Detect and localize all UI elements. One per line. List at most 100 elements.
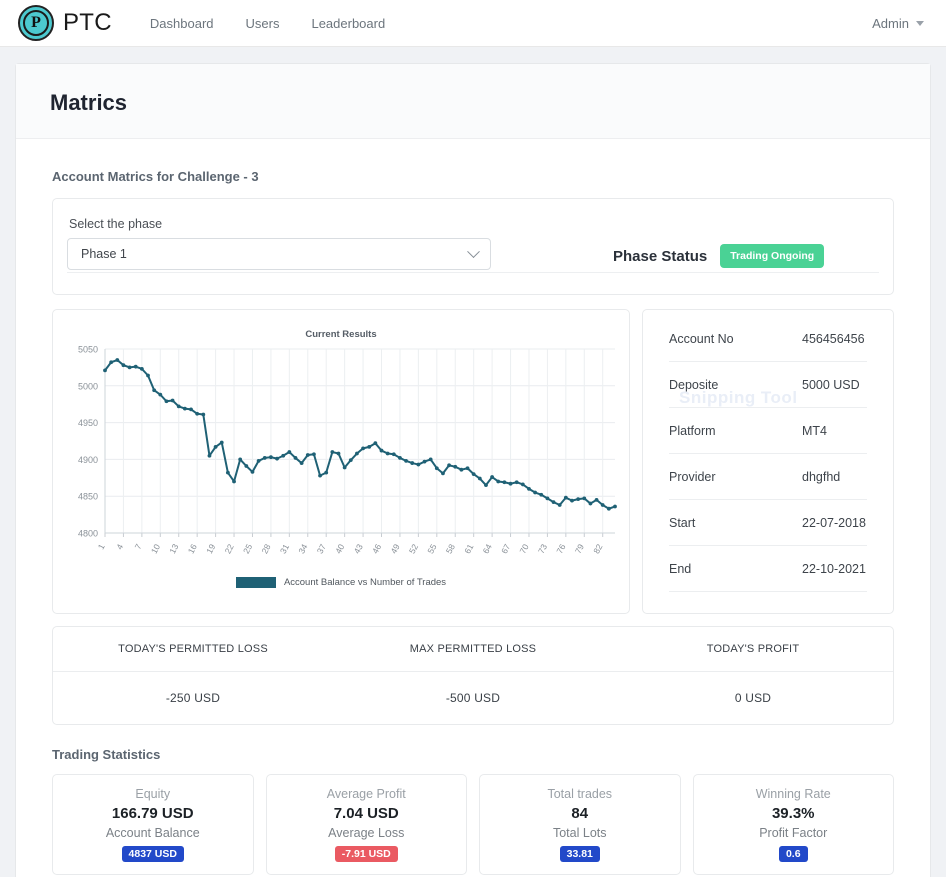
chart-legend: Account Balance vs Number of Trades	[59, 577, 623, 588]
account-matrics-label: Account Matrics for Challenge - 3	[52, 169, 259, 184]
stat-card-equity: Equity 166.79 USD Account Balance 4837 U…	[52, 774, 254, 875]
detail-key: Deposite	[669, 377, 719, 392]
phase-select-value: Phase 1	[81, 247, 127, 261]
svg-text:49: 49	[388, 542, 401, 555]
brand-logo[interactable]: P PTC	[18, 5, 112, 41]
stat-main-value: 7.04 USD	[333, 805, 399, 822]
stat-top-label: Winning Rate	[755, 787, 831, 801]
page-container: Matrics Account Matrics for Challenge - …	[15, 63, 931, 877]
svg-text:28: 28	[259, 542, 272, 555]
permitted-loss-table: TODAY'S PERMITTED LOSS MAX PERMITTED LOS…	[52, 626, 894, 725]
svg-text:55: 55	[425, 542, 438, 555]
phase-select-group: Select the phase Phase 1	[67, 217, 497, 270]
svg-text:10: 10	[149, 542, 162, 555]
svg-text:4900: 4900	[78, 455, 98, 465]
svg-text:61: 61	[462, 542, 475, 555]
trading-statistics-row: Equity 166.79 USD Account Balance 4837 U…	[52, 774, 894, 877]
svg-text:34: 34	[296, 542, 309, 555]
stat-sub-label: Total Lots	[552, 826, 607, 840]
svg-text:22: 22	[223, 542, 236, 555]
svg-text:40: 40	[333, 542, 346, 555]
svg-text:4950: 4950	[78, 418, 98, 428]
stat-pill: 4837 USD	[121, 846, 184, 862]
trading-statistics-label: Trading Statistics	[52, 747, 161, 762]
status-badge: Trading Ongoing	[720, 244, 825, 268]
svg-text:31: 31	[278, 542, 291, 555]
page-content: Account Matrics for Challenge - 3 Select…	[16, 139, 930, 877]
detail-key: End	[669, 561, 692, 576]
detail-key: Platform	[669, 423, 716, 438]
stat-card-total-trades: Total trades 84 Total Lots 33.81	[479, 774, 681, 875]
stat-main-value: 166.79 USD	[111, 805, 194, 822]
phase-status-label: Phase Status	[613, 247, 708, 265]
nav-link-leaderboard[interactable]: Leaderboard	[311, 16, 385, 31]
account-menu[interactable]: Admin	[872, 16, 924, 31]
legend-label: Account Balance vs Number of Trades	[283, 577, 447, 588]
nav-link-users[interactable]: Users	[246, 16, 280, 31]
detail-row-platform: Platform MT4	[669, 408, 867, 454]
phase-status-group: Phase Status Trading Ongoing	[613, 244, 825, 270]
column-header-todays-profit: TODAY'S PROFIT	[706, 643, 800, 655]
svg-text:46: 46	[370, 542, 383, 555]
stat-top-label: Average Profit	[326, 787, 406, 801]
stat-sub-label: Profit Factor	[759, 826, 828, 840]
brand-name: PTC	[63, 9, 112, 36]
stat-top-label: Total trades	[547, 787, 613, 801]
phase-select[interactable]: Phase 1	[67, 238, 491, 270]
stat-sub-label: Account Balance	[105, 826, 200, 840]
stat-main-value: 39.3%	[771, 805, 815, 822]
detail-value: MT4	[802, 423, 827, 438]
svg-text:5050: 5050	[78, 345, 98, 355]
svg-text:4800: 4800	[78, 529, 98, 539]
page-title: Matrics	[50, 90, 128, 115]
svg-text:37: 37	[315, 542, 328, 555]
nav-link-dashboard[interactable]: Dashboard	[150, 16, 214, 31]
nav-links: Dashboard Users Leaderboard	[150, 16, 385, 31]
phase-select-label: Select the phase	[69, 217, 163, 231]
chevron-down-icon	[916, 20, 924, 26]
chevron-down-icon	[467, 244, 480, 258]
svg-text:16: 16	[186, 542, 199, 555]
account-menu-label: Admin	[872, 15, 909, 31]
current-results-chart-card: Current Results 4800 4850 4900 4950 5000 5050…	[52, 309, 630, 614]
svg-text:73: 73	[536, 542, 549, 555]
chart-plot-area: 4800 4850 4900 4950 5000 5050 1 4 7 10 13 16 19 22 25 2…	[59, 343, 623, 571]
phase-card-divider	[67, 272, 879, 273]
svg-text:1: 1	[96, 542, 107, 551]
detail-value: dhgfhd	[802, 469, 841, 484]
svg-text:64: 64	[481, 542, 494, 555]
svg-text:43: 43	[352, 542, 365, 555]
svg-text:4: 4	[114, 542, 125, 551]
detail-value: 22-07-2018	[802, 515, 866, 530]
value-todays-profit: 0 USD	[734, 691, 772, 705]
detail-value: 5000 USD	[802, 377, 860, 392]
column-header-max-permitted-loss: MAX PERMITTED LOSS	[409, 643, 537, 655]
detail-key: Provider	[669, 469, 716, 484]
svg-text:13: 13	[167, 542, 180, 555]
stat-top-label: Equity	[135, 787, 171, 801]
stat-card-average-profit: Average Profit 7.04 USD Average Loss -7.…	[265, 774, 467, 875]
svg-text:5000: 5000	[78, 381, 98, 391]
svg-text:70: 70	[517, 542, 530, 555]
column-header-todays-permitted-loss: TODAY'S PERMITTED LOSS	[118, 643, 268, 655]
value-todays-permitted-loss: -250 USD	[165, 691, 221, 705]
svg-text:7: 7	[133, 542, 144, 551]
detail-row-account-no: Account No 456456456	[669, 316, 867, 362]
svg-text:76: 76	[554, 542, 567, 555]
balance-line-chart: 4800 4850 4900 4950 5000 5050 1 4 7 10 13 16 19 22 25 2…	[78, 345, 617, 555]
detail-key: Start	[669, 515, 696, 530]
stat-sub-label: Average Loss	[328, 826, 405, 840]
svg-text:19: 19	[204, 542, 217, 555]
svg-text:52: 52	[407, 542, 420, 555]
detail-row-provider: Provider dhgfhd	[669, 454, 867, 500]
stat-pill: 0.6	[778, 846, 808, 862]
top-navbar: P PTC Dashboard Users Leaderboard Admin	[0, 0, 946, 47]
svg-text:82: 82	[591, 542, 604, 555]
stat-card-winning-rate: Winning Rate 39.3% Profit Factor 0.6	[692, 774, 894, 875]
svg-text:25: 25	[241, 542, 254, 555]
chart-title: Current Results	[305, 329, 377, 340]
logo-letter: P	[23, 10, 49, 36]
legend-swatch	[235, 577, 276, 588]
ptc-logo-icon: P	[18, 5, 54, 41]
detail-value: 456456456	[802, 331, 865, 346]
